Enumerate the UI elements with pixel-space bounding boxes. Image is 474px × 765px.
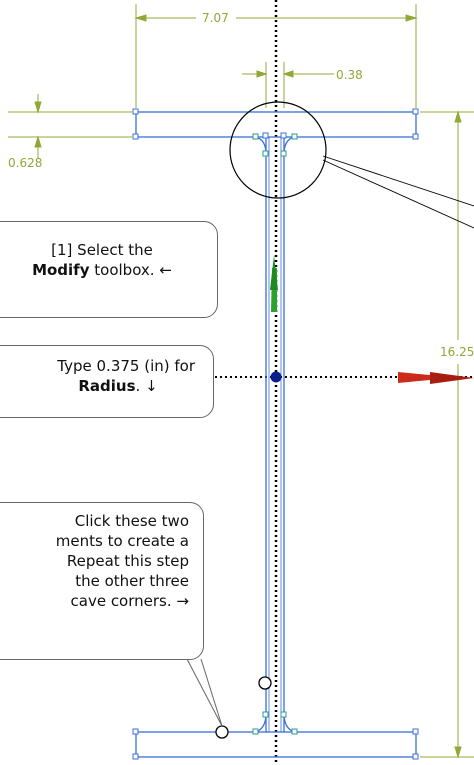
element-marker-flange bbox=[215, 725, 229, 739]
right-arrow-icon: → bbox=[176, 592, 189, 610]
element-marker-web bbox=[258, 676, 272, 690]
leader-line-b bbox=[322, 159, 474, 229]
dimension-web-thickness-text: 0.38 bbox=[336, 68, 363, 82]
callout-type-radius: Type 0.375 (in) for Radius. ↓ bbox=[0, 345, 214, 418]
callout-3-line-2: ments to create a bbox=[55, 532, 189, 550]
callout-2-text: Type 0.375 (in) for bbox=[57, 357, 195, 375]
callout-select-modify: [1] Select the Modify toolbox. ← bbox=[0, 221, 218, 318]
callout-click-elements: Click these two ments to create a Repeat… bbox=[0, 502, 204, 660]
callout-3-line-4: the other three bbox=[75, 572, 189, 590]
callout-2-suffix: . bbox=[135, 377, 141, 395]
leader-line-a bbox=[322, 155, 474, 207]
down-arrow-icon: ↓ bbox=[145, 377, 158, 395]
corner-highlight-circle bbox=[229, 101, 327, 199]
dimension-depth bbox=[420, 110, 474, 759]
dimension-flange-thickness-text: 0.628 bbox=[8, 156, 42, 170]
dimension-flange-width-text: 7.07 bbox=[202, 11, 229, 25]
origin-point-icon bbox=[270, 371, 282, 383]
callout-2-bold: Radius bbox=[78, 377, 136, 395]
dimension-flange-thickness bbox=[8, 94, 132, 158]
callout-3-line-3: Repeat this step bbox=[66, 552, 189, 570]
callout-1-text: [1] Select the bbox=[51, 241, 153, 259]
dimension-web-thickness bbox=[242, 62, 334, 108]
callout-1-bold: Modify bbox=[32, 261, 90, 279]
callout-1-suffix: toolbox. bbox=[94, 261, 155, 279]
left-arrow-icon: ← bbox=[159, 261, 172, 279]
dimension-depth-text: 16.25 bbox=[440, 345, 474, 359]
fillet-points[interactable] bbox=[252, 133, 298, 735]
callout-3-line-1: Click these two bbox=[74, 512, 189, 530]
callout-3-pointer bbox=[186, 658, 223, 727]
x-axis-arrowhead-icon bbox=[430, 372, 474, 384]
callout-3-line-5: cave corners. bbox=[70, 592, 172, 610]
